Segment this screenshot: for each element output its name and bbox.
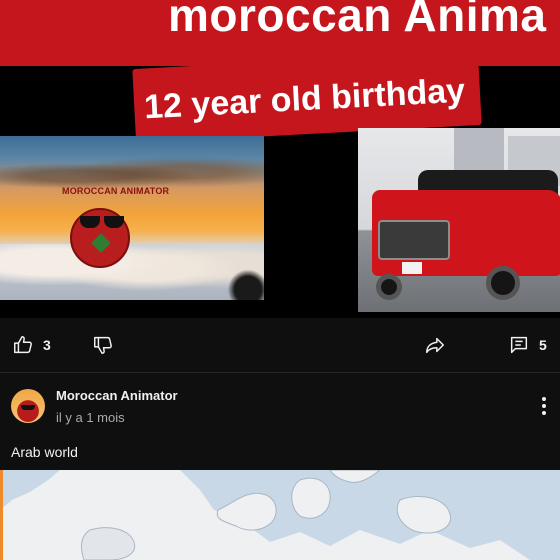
tree-silhouette <box>224 266 264 300</box>
dislike-button[interactable] <box>92 334 114 356</box>
share-icon <box>426 337 444 354</box>
thumbnail-title: moroccan Anima <box>168 0 547 41</box>
comment-author[interactable]: Moroccan Animator <box>56 388 178 403</box>
sunglasses-icon <box>80 216 126 228</box>
comment-count: 5 <box>539 337 547 353</box>
red-truck-panel <box>358 128 560 312</box>
comments-icon <box>510 336 528 354</box>
map-image[interactable] <box>0 470 560 560</box>
countryball-character <box>70 208 130 268</box>
comment-item: Moroccan Animator il y a 1 mois Arab wor… <box>0 373 560 470</box>
sunglasses-icon <box>21 405 35 410</box>
truck-wheel <box>486 266 520 300</box>
like-count: 3 <box>43 337 51 353</box>
star-emblem <box>91 233 111 253</box>
license-plate <box>402 262 422 274</box>
europe-map <box>0 470 560 560</box>
avatar[interactable] <box>11 389 45 423</box>
comment-text: Arab world <box>11 444 78 460</box>
action-bar: 3 5 <box>0 318 560 372</box>
thumbs-down-icon <box>94 336 112 354</box>
share-button[interactable] <box>424 334 446 356</box>
truck-grille <box>378 220 450 260</box>
comment-time: il y a 1 mois <box>56 410 125 425</box>
map-border <box>0 470 3 560</box>
like-button[interactable]: 3 <box>12 334 51 356</box>
truck-wheel <box>376 274 402 300</box>
video-thumbnail[interactable]: moroccan Anima 12 year old birthday MORO… <box>0 0 560 318</box>
watermark-text: MOROCCAN ANIMATOR <box>62 186 170 196</box>
thumbs-up-icon <box>14 336 32 354</box>
comments-button[interactable]: 5 <box>508 334 547 356</box>
sunset-panel: MOROCCAN ANIMATOR <box>0 136 264 300</box>
more-vertical-icon[interactable] <box>536 395 552 417</box>
